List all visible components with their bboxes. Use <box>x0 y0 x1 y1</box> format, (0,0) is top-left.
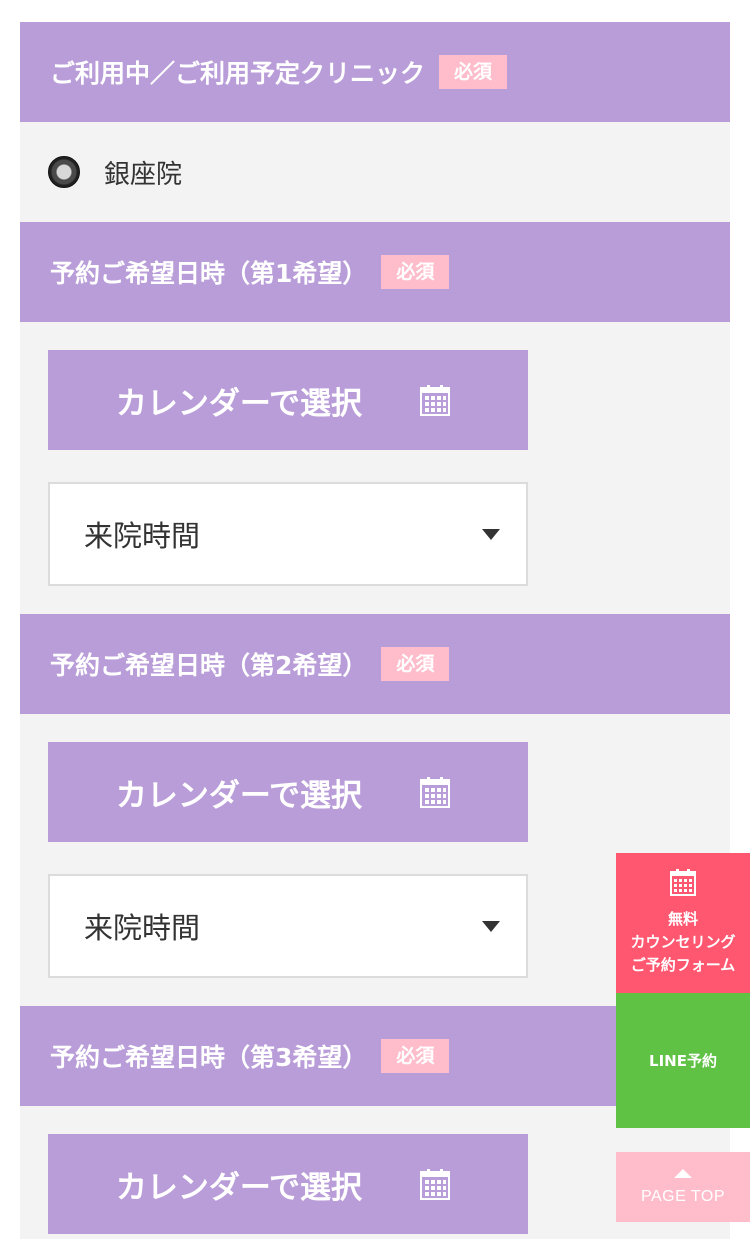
date-section-1-title: 予約ご希望日時（第1希望） <box>50 259 368 288</box>
page-top-label: PAGE TOP <box>640 1187 726 1205</box>
radio-selected-icon[interactable] <box>48 156 80 188</box>
calendar-icon <box>420 776 451 808</box>
date-section-1-body: カレンダーで選択 来院時間 <box>20 322 730 614</box>
required-badge: 必須 <box>439 55 508 89</box>
required-badge: 必須 <box>381 1039 450 1073</box>
page-top-button[interactable]: PAGE TOP <box>616 1152 750 1222</box>
clinic-section-title: ご利用中／ご利用予定クリニック <box>50 59 426 88</box>
calendar-select-button-1[interactable]: カレンダーで選択 <box>48 350 528 450</box>
visit-time-value: 来院時間 <box>84 519 201 553</box>
line-booking-button[interactable]: LINE予約 <box>616 993 750 1128</box>
clinic-option-ginza[interactable]: 銀座院 <box>20 122 730 222</box>
calendar-select-button-2[interactable]: カレンダーで選択 <box>48 742 528 842</box>
date-section-3-title: 予約ご希望日時（第3希望） <box>50 1043 368 1072</box>
calendar-button-label: カレンダーで選択 <box>115 1169 363 1206</box>
arrow-up-icon <box>674 1168 692 1178</box>
free-counseling-booking-button[interactable]: 無料 カウンセリング ご予約フォーム <box>616 853 750 993</box>
counseling-line-3: ご予約フォーム <box>630 956 736 974</box>
calendar-icon <box>420 1168 451 1200</box>
calendar-icon <box>670 869 696 896</box>
date-section-2-title: 予約ご希望日時（第2希望） <box>50 651 368 680</box>
visit-time-select-1[interactable]: 来院時間 <box>48 482 528 586</box>
clinic-section-header: ご利用中／ご利用予定クリニック 必須 <box>20 22 730 122</box>
visit-time-select-2[interactable]: 来院時間 <box>48 874 528 978</box>
date-section-2-header: 予約ご希望日時（第2希望） 必須 <box>20 614 730 714</box>
visit-time-value: 来院時間 <box>84 911 201 945</box>
line-booking-label: LINE予約 <box>649 1052 717 1070</box>
clinic-options: 銀座院 <box>20 122 730 222</box>
required-badge: 必須 <box>381 255 450 289</box>
calendar-select-button-3[interactable]: カレンダーで選択 <box>48 1134 528 1234</box>
counseling-line-1: 無料 <box>667 910 698 928</box>
calendar-button-label: カレンダーで選択 <box>115 385 363 422</box>
date-section-1-header: 予約ご希望日時（第1希望） 必須 <box>20 222 730 322</box>
required-badge: 必須 <box>381 647 450 681</box>
counseling-line-2: カウンセリング <box>630 933 736 951</box>
calendar-icon <box>420 384 451 416</box>
chevron-down-icon <box>482 528 500 540</box>
chevron-down-icon <box>482 920 500 932</box>
clinic-option-label: 銀座院 <box>104 159 183 190</box>
calendar-button-label: カレンダーで選択 <box>115 777 363 814</box>
